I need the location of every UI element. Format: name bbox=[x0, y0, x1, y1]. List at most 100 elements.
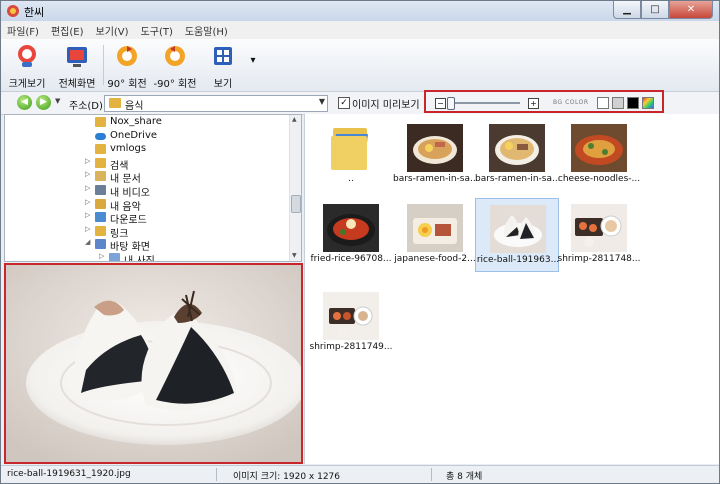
desktop-icon bbox=[95, 239, 106, 250]
tree-item[interactable]: ▷ 내 문서 bbox=[5, 170, 285, 185]
menu-file[interactable]: 파일(F) bbox=[1, 23, 45, 38]
app-window: 한씨 ▁ □ ✕ 파일(F) 편집(E) 보기(V) 도구(T) 도움말(H) … bbox=[0, 0, 720, 484]
tree-scrollbar-thumb[interactable] bbox=[291, 195, 301, 213]
thumbnail-image bbox=[489, 124, 545, 172]
thumbnail-image bbox=[323, 292, 379, 340]
toolbar: 크게보기 전체화면 90° 회전 -90° 회전 보기 ▾ bbox=[1, 39, 719, 92]
preview-checkbox-label: 이미지 미리보기 bbox=[352, 100, 420, 111]
forward-button[interactable]: ▶ bbox=[36, 95, 51, 110]
downloads-icon bbox=[95, 212, 106, 223]
scroll-down-icon[interactable]: ▼ bbox=[292, 252, 297, 259]
expand-arrow-icon[interactable]: ▷ bbox=[85, 225, 90, 233]
tree-item[interactable]: ▷ 내 음악 bbox=[5, 198, 285, 213]
videos-icon bbox=[95, 185, 106, 195]
minimize-icon: ▁ bbox=[623, 4, 631, 15]
magnifier-icon bbox=[18, 45, 36, 67]
tree-item-label: vmlogs bbox=[110, 143, 147, 155]
thumbnail-label: shrimp-2811748... bbox=[557, 254, 641, 264]
thumbnail-label: cheese-noodles-... bbox=[557, 174, 641, 184]
expand-arrow-icon[interactable]: ▷ bbox=[85, 211, 90, 219]
expand-arrow-icon[interactable]: ▷ bbox=[85, 157, 90, 165]
rice-ball-photo bbox=[6, 265, 301, 462]
tree-item[interactable]: ▷ 다운로드 bbox=[5, 211, 285, 226]
address-label: 주소(D) bbox=[69, 101, 103, 112]
thumbnail-image bbox=[571, 124, 627, 172]
maximize-button[interactable]: □ bbox=[641, 1, 669, 19]
expand-arrow-icon[interactable]: ▷ bbox=[85, 198, 90, 206]
thumbnail-item[interactable]: shrimp-2811748... bbox=[557, 198, 641, 272]
tree-item[interactable]: ▷ 내 사진 bbox=[5, 252, 285, 262]
address-dropdown-icon[interactable]: ▼ bbox=[319, 97, 325, 106]
thumbnail-item[interactable]: bars-ramen-in-sa... bbox=[393, 118, 477, 192]
thumbnail-grid: .. bars-ramen-in-sa... bars-ramen-in-sa...… bbox=[304, 114, 719, 464]
address-value: 음식 bbox=[125, 101, 144, 112]
expand-arrow-icon[interactable]: ▷ bbox=[85, 184, 90, 192]
tree-item[interactable]: vmlogs bbox=[5, 143, 285, 156]
menu-tools[interactable]: 도구(T) bbox=[135, 23, 179, 38]
folder-icon bbox=[109, 98, 121, 108]
tree-item[interactable]: ▷ 검색 bbox=[5, 157, 285, 172]
thumbnail-label: .. bbox=[348, 174, 354, 184]
folder-tree: Nox_share OneDrive vmlogs ▷ 검색 ▷ 내 문서 ▷ 내 비디오 ▷ 내 … bbox=[4, 114, 302, 262]
thumbnail-label: shrimp-2811749... bbox=[309, 342, 393, 352]
expand-arrow-icon[interactable]: ▷ bbox=[85, 170, 90, 178]
preview-checkbox[interactable]: ✓ bbox=[338, 97, 350, 109]
search-folder-icon bbox=[95, 157, 106, 168]
status-filename: rice-ball-1919631_1920.jpg bbox=[7, 469, 131, 479]
documents-icon bbox=[95, 171, 106, 182]
thumbnail-item[interactable]: cheese-noodles-... bbox=[557, 118, 641, 192]
checkmark-icon: ✓ bbox=[340, 98, 348, 108]
menu-edit[interactable]: 편집(E) bbox=[45, 23, 90, 38]
tree-item[interactable]: ▷ 내 비디오 bbox=[5, 184, 285, 199]
close-button[interactable]: ✕ bbox=[669, 1, 713, 19]
thumbnail-item[interactable]: shrimp-2811749... bbox=[309, 286, 393, 360]
tree-scrollbar[interactable]: ▲ ▼ bbox=[289, 115, 301, 261]
fullscreen-icon bbox=[67, 47, 87, 67]
thumbnail-item[interactable]: bars-ramen-in-sa... bbox=[475, 118, 559, 192]
menu-help[interactable]: 도움말(H) bbox=[179, 23, 234, 38]
status-divider bbox=[431, 468, 432, 481]
app-logo-icon bbox=[7, 5, 19, 17]
address-field[interactable]: 음식 ▼ bbox=[104, 95, 328, 112]
close-icon: ✕ bbox=[686, 4, 696, 15]
menu-bar: 파일(F) 편집(E) 보기(V) 도구(T) 도움말(H) bbox=[1, 21, 719, 39]
thumbnail-label: rice-ball-191963... bbox=[476, 255, 560, 265]
thumbnail-parent-folder[interactable]: .. bbox=[309, 118, 393, 192]
view-label: 보기 bbox=[213, 79, 233, 90]
grid-view-icon bbox=[214, 47, 232, 65]
status-divider bbox=[216, 468, 217, 481]
tree-item[interactable]: ▷ 링크 bbox=[5, 225, 285, 240]
thumbnail-image bbox=[490, 205, 546, 253]
fullscreen-button[interactable]: 전체화면 bbox=[55, 43, 99, 90]
thumbnail-item[interactable]: japanese-food-2... bbox=[393, 198, 477, 272]
back-button[interactable]: ◀ bbox=[17, 95, 32, 110]
expand-arrow-icon[interactable]: ▷ bbox=[99, 252, 104, 260]
folder-icon bbox=[95, 117, 106, 127]
rotate-cw-button[interactable]: 90° 회전 bbox=[107, 43, 147, 90]
thumbnail-image bbox=[407, 204, 463, 252]
minimize-button[interactable]: ▁ bbox=[613, 1, 641, 19]
thumbnail-item[interactable]: fried-rice-96708... bbox=[309, 198, 393, 272]
thumbnail-image bbox=[323, 204, 379, 252]
image-preview bbox=[4, 263, 303, 464]
folder-icon bbox=[331, 128, 368, 170]
rotate-ccw-button[interactable]: -90° 회전 bbox=[153, 43, 197, 90]
tree-item[interactable]: ◢ 바탕 화면 bbox=[5, 238, 285, 253]
large-view-button[interactable]: 크게보기 bbox=[7, 43, 47, 90]
tree-item[interactable]: OneDrive bbox=[5, 130, 285, 143]
thumbnail-label: japanese-food-2... bbox=[394, 254, 476, 264]
folder-icon bbox=[95, 144, 106, 155]
thumbnail-label: fried-rice-96708... bbox=[310, 254, 392, 264]
scroll-up-icon[interactable]: ▲ bbox=[292, 116, 297, 123]
tree-item-label: 내 사진 bbox=[124, 256, 155, 262]
expanded-arrow-icon[interactable]: ◢ bbox=[85, 238, 90, 246]
history-dropdown-icon[interactable]: ▼ bbox=[55, 97, 60, 105]
menu-view[interactable]: 보기(V) bbox=[90, 23, 135, 38]
thumbnail-label: bars-ramen-in-sa... bbox=[475, 174, 559, 184]
thumbnail-item[interactable]: rice-ball-191963... bbox=[475, 198, 559, 272]
tree-item[interactable]: Nox_share bbox=[5, 116, 285, 129]
more-tools-button[interactable]: ▾ bbox=[247, 55, 259, 66]
title-bar: 한씨 ▁ □ ✕ bbox=[1, 1, 719, 21]
arrow-left-icon: ◀ bbox=[21, 97, 28, 107]
view-button[interactable]: 보기 bbox=[203, 43, 243, 90]
